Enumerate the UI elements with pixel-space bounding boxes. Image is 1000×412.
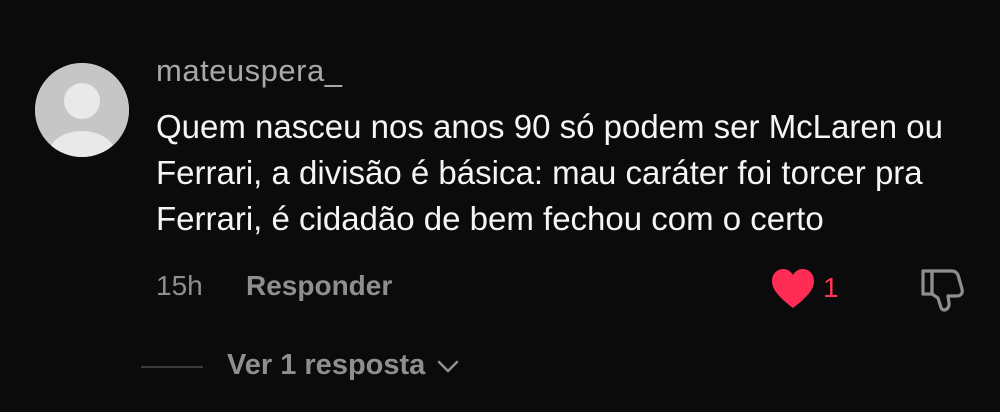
view-replies-label: Ver 1 resposta xyxy=(227,349,426,381)
chevron-down-icon xyxy=(437,360,459,372)
view-replies-button[interactable]: Ver 1 resposta xyxy=(227,349,459,382)
replies-divider xyxy=(141,366,203,368)
avatar[interactable] xyxy=(35,63,129,157)
comment-text: Quem nasceu nos anos 90 só podem ser McL… xyxy=(156,108,943,237)
reply-button[interactable]: Responder xyxy=(246,270,392,302)
heart-icon[interactable] xyxy=(770,268,816,310)
comment-timestamp: 15h xyxy=(156,270,203,301)
thumbs-down-icon[interactable] xyxy=(918,265,966,313)
username[interactable]: mateuspera_ xyxy=(156,53,342,89)
like-count: 1 xyxy=(823,272,839,303)
default-avatar-icon xyxy=(35,63,129,157)
